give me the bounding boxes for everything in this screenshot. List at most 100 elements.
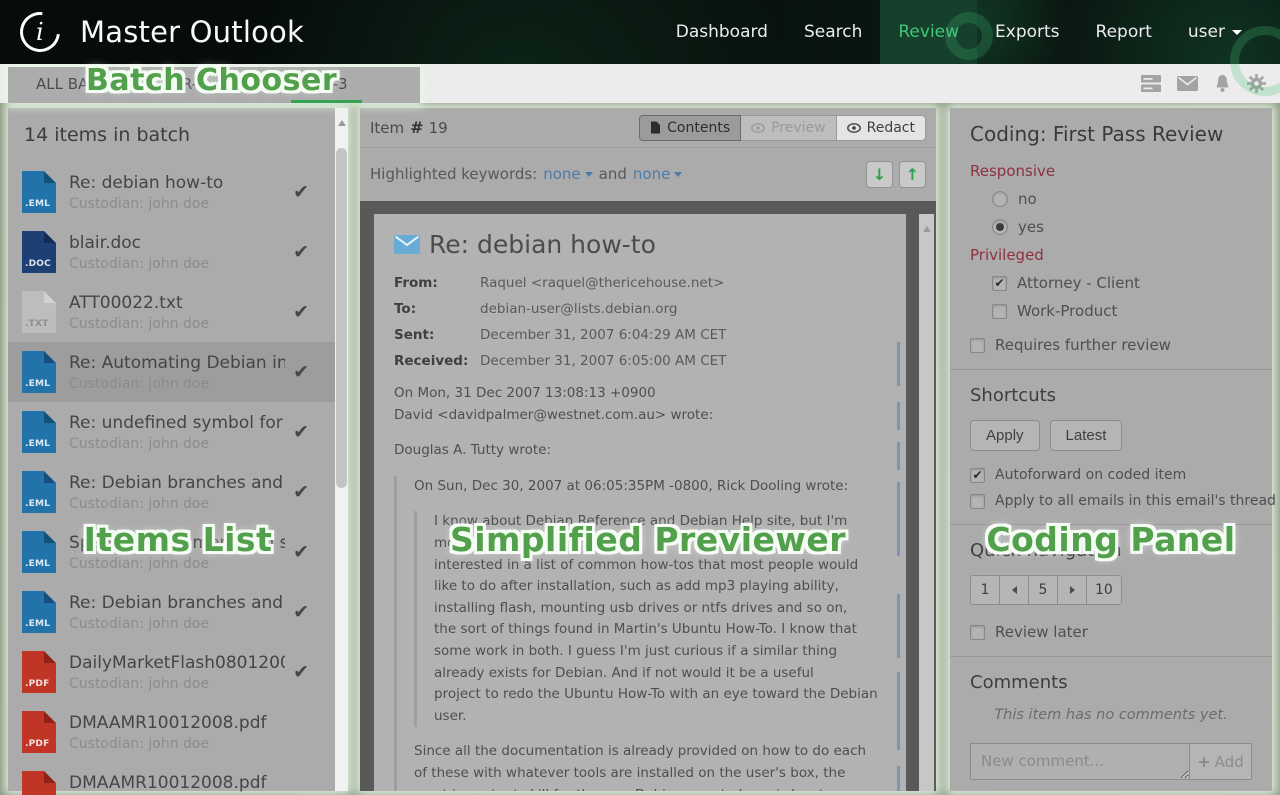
list-item[interactable]: .EML Re: Debian branches and wh... Custo… — [8, 462, 335, 522]
contents-button[interactable]: Contents — [639, 115, 741, 141]
redact-button[interactable]: Redact — [836, 115, 926, 141]
chevron-right-icon — [1070, 586, 1075, 594]
previewer-panel: Item # 19 Contents Preview Redact Highli… — [360, 108, 936, 791]
item-custodian: Custodian: john doe — [69, 436, 285, 452]
quick-navigation-buttons: 1 5 10 — [970, 575, 1252, 605]
reviewed-check-icon: ✔ — [293, 601, 309, 623]
radio-icon[interactable] — [992, 191, 1008, 207]
add-comment-button[interactable]: +Add — [1190, 743, 1252, 780]
tour-label-batch-chooser: Batch Chooser — [86, 63, 337, 98]
email-icon — [394, 235, 420, 254]
checkbox-icon[interactable]: ✔ — [992, 304, 1007, 319]
nav-item-dashboard[interactable]: Dashboard — [658, 0, 786, 64]
next-hit-button[interactable]: ↓ — [866, 161, 893, 188]
background-ring-decoration — [945, 12, 993, 60]
meta-value: Raquel <raquel@thericehouse.net> — [480, 275, 886, 291]
item-custodian: Custodian: john doe — [69, 316, 285, 332]
email-scrollbar[interactable] — [919, 214, 934, 791]
file-type-icon-pdf: .PDF — [22, 651, 56, 693]
nav-current-button[interactable]: 5 — [1028, 575, 1058, 605]
nav-previous-button[interactable] — [999, 575, 1029, 605]
email-intro: On Mon, 31 Dec 2007 13:08:13 +0900 David… — [394, 383, 886, 426]
checkbox-work-product[interactable]: ✔ Work-Product — [992, 302, 1252, 320]
mail-icon[interactable] — [1177, 76, 1198, 91]
coding-panel-title: Coding: First Pass Review — [970, 122, 1252, 146]
chevron-down-icon — [585, 172, 593, 177]
previous-hit-button[interactable]: ↑ — [899, 161, 926, 188]
notifications-icon[interactable] — [1214, 74, 1231, 93]
checkbox-requires-further-review[interactable]: ✔ Requires further review — [970, 336, 1252, 354]
radio-responsive-no[interactable]: no — [992, 190, 1252, 208]
item-custodian: Custodian: john doe — [69, 676, 285, 692]
tour-label-coding-panel: Coding Panel — [986, 520, 1235, 559]
list-item[interactable]: .PDF DMAAMR10012008.pdf Custodian: john … — [8, 702, 335, 762]
radio-responsive-yes[interactable]: yes — [992, 218, 1252, 236]
file-type-icon-eml: .EML — [22, 351, 56, 393]
scrollbar-thumb[interactable] — [336, 148, 347, 488]
list-item[interactable]: .TXT ATT00022.txt Custodian: john doe ✔ — [8, 282, 335, 342]
item-custodian: Custodian: john doe — [69, 376, 285, 392]
reviewed-check-icon: ✔ — [293, 481, 309, 503]
nav-item-search[interactable]: Search — [786, 0, 880, 64]
responsive-group-label: Responsive — [970, 162, 1252, 180]
top-navbar: i Master Outlook Dashboard Search Review… — [0, 0, 1280, 64]
meta-value: debian-user@lists.debian.org — [480, 301, 886, 317]
meta-label: To: — [394, 301, 480, 317]
email-meta: From: Raquel <raquel@thericehouse.net> T… — [394, 275, 886, 369]
latest-button[interactable]: Latest — [1050, 420, 1123, 451]
checkbox-autoforward[interactable]: ✔ Autoforward on coded item — [970, 467, 1252, 483]
file-type-icon-doc: .DOC — [22, 231, 56, 273]
items-list-scrollbar[interactable] — [335, 108, 348, 791]
list-item[interactable]: .EML Re: undefined symbol for pa... Cust… — [8, 402, 335, 462]
file-type-icon-pdf: .PDF — [22, 771, 56, 795]
keywords-label: Highlighted keywords: — [370, 165, 537, 183]
file-type-icon-pdf: .PDF — [22, 711, 56, 753]
radio-icon[interactable] — [992, 219, 1008, 235]
checkbox-icon[interactable]: ✔ — [970, 338, 985, 353]
preview-button[interactable]: Preview — [740, 115, 837, 141]
file-type-icon-eml: .EML — [22, 471, 56, 513]
meta-label: From: — [394, 275, 480, 291]
email-content: Re: debian how-to From: Raquel <raquel@t… — [374, 214, 906, 791]
list-item[interactable]: .EML Re: Automating Debian insta... Cust… — [8, 342, 335, 402]
nav-item-report[interactable]: Report — [1078, 0, 1170, 64]
checkbox-icon[interactable]: ✔ — [970, 468, 985, 483]
list-item[interactable]: .DOC blair.doc Custodian: john doe ✔ — [8, 222, 335, 282]
item-number-hash: # — [410, 118, 423, 137]
checkbox-icon[interactable]: ✔ — [970, 494, 985, 509]
item-title: DMAAMR10012008.pdf — [69, 773, 285, 793]
list-item[interactable]: .PDF DailyMarketFlash08012008.p... Custo… — [8, 642, 335, 702]
checkbox-icon[interactable]: ✔ — [992, 276, 1007, 291]
privileged-group-label: Privileged — [970, 246, 1252, 264]
checkbox-apply-thread[interactable]: ✔ Apply to all emails in this email's th… — [970, 493, 1252, 509]
item-title: DMAAMR10012008.pdf — [69, 713, 285, 733]
email-viewer: Re: debian how-to From: Raquel <raquel@t… — [360, 201, 936, 791]
keyword-select-first[interactable]: none — [543, 165, 592, 183]
items-list-panel: 14 items in batch .EML Re: debian how-to… — [8, 108, 348, 791]
divider — [950, 369, 1272, 370]
file-type-icon-eml: .EML — [22, 171, 56, 213]
checkbox-review-later[interactable]: ✔ Review later — [970, 623, 1252, 641]
nav-first-button[interactable]: 1 — [970, 575, 1000, 605]
scroll-up-icon[interactable] — [923, 226, 931, 232]
item-title: Re: Debian branches and wh... — [69, 593, 285, 613]
nav-next-button[interactable] — [1057, 575, 1087, 605]
items-rows: .EML Re: debian how-to Custodian: john d… — [8, 162, 335, 795]
reviewed-check-icon: ✔ — [293, 541, 309, 563]
apply-button[interactable]: Apply — [970, 420, 1040, 451]
reviewed-check-icon: ✔ — [293, 241, 309, 263]
batch-list-icon[interactable] — [1141, 75, 1161, 92]
reviewed-check-icon: ✔ — [293, 361, 309, 383]
item-custodian: Custodian: john doe — [69, 256, 285, 272]
list-item[interactable]: .EML Re: debian how-to Custodian: john d… — [8, 162, 335, 222]
scroll-up-icon[interactable] — [338, 120, 346, 126]
checkbox-icon[interactable]: ✔ — [970, 625, 985, 640]
list-item[interactable]: .EML Re: Debian branches and wh... Custo… — [8, 582, 335, 642]
coding-panel: Coding: First Pass Review Responsive no … — [950, 108, 1272, 791]
quote-text: Since all the documentation is already p… — [414, 741, 886, 791]
nav-last-button[interactable]: 10 — [1086, 575, 1122, 605]
list-item[interactable]: .PDF DMAAMR10012008.pdf Custodian: john … — [8, 762, 335, 795]
checkbox-attorney-client[interactable]: ✔ Attorney - Client — [992, 274, 1252, 292]
new-comment-input[interactable] — [970, 743, 1190, 780]
keyword-select-second[interactable]: none — [633, 165, 682, 183]
